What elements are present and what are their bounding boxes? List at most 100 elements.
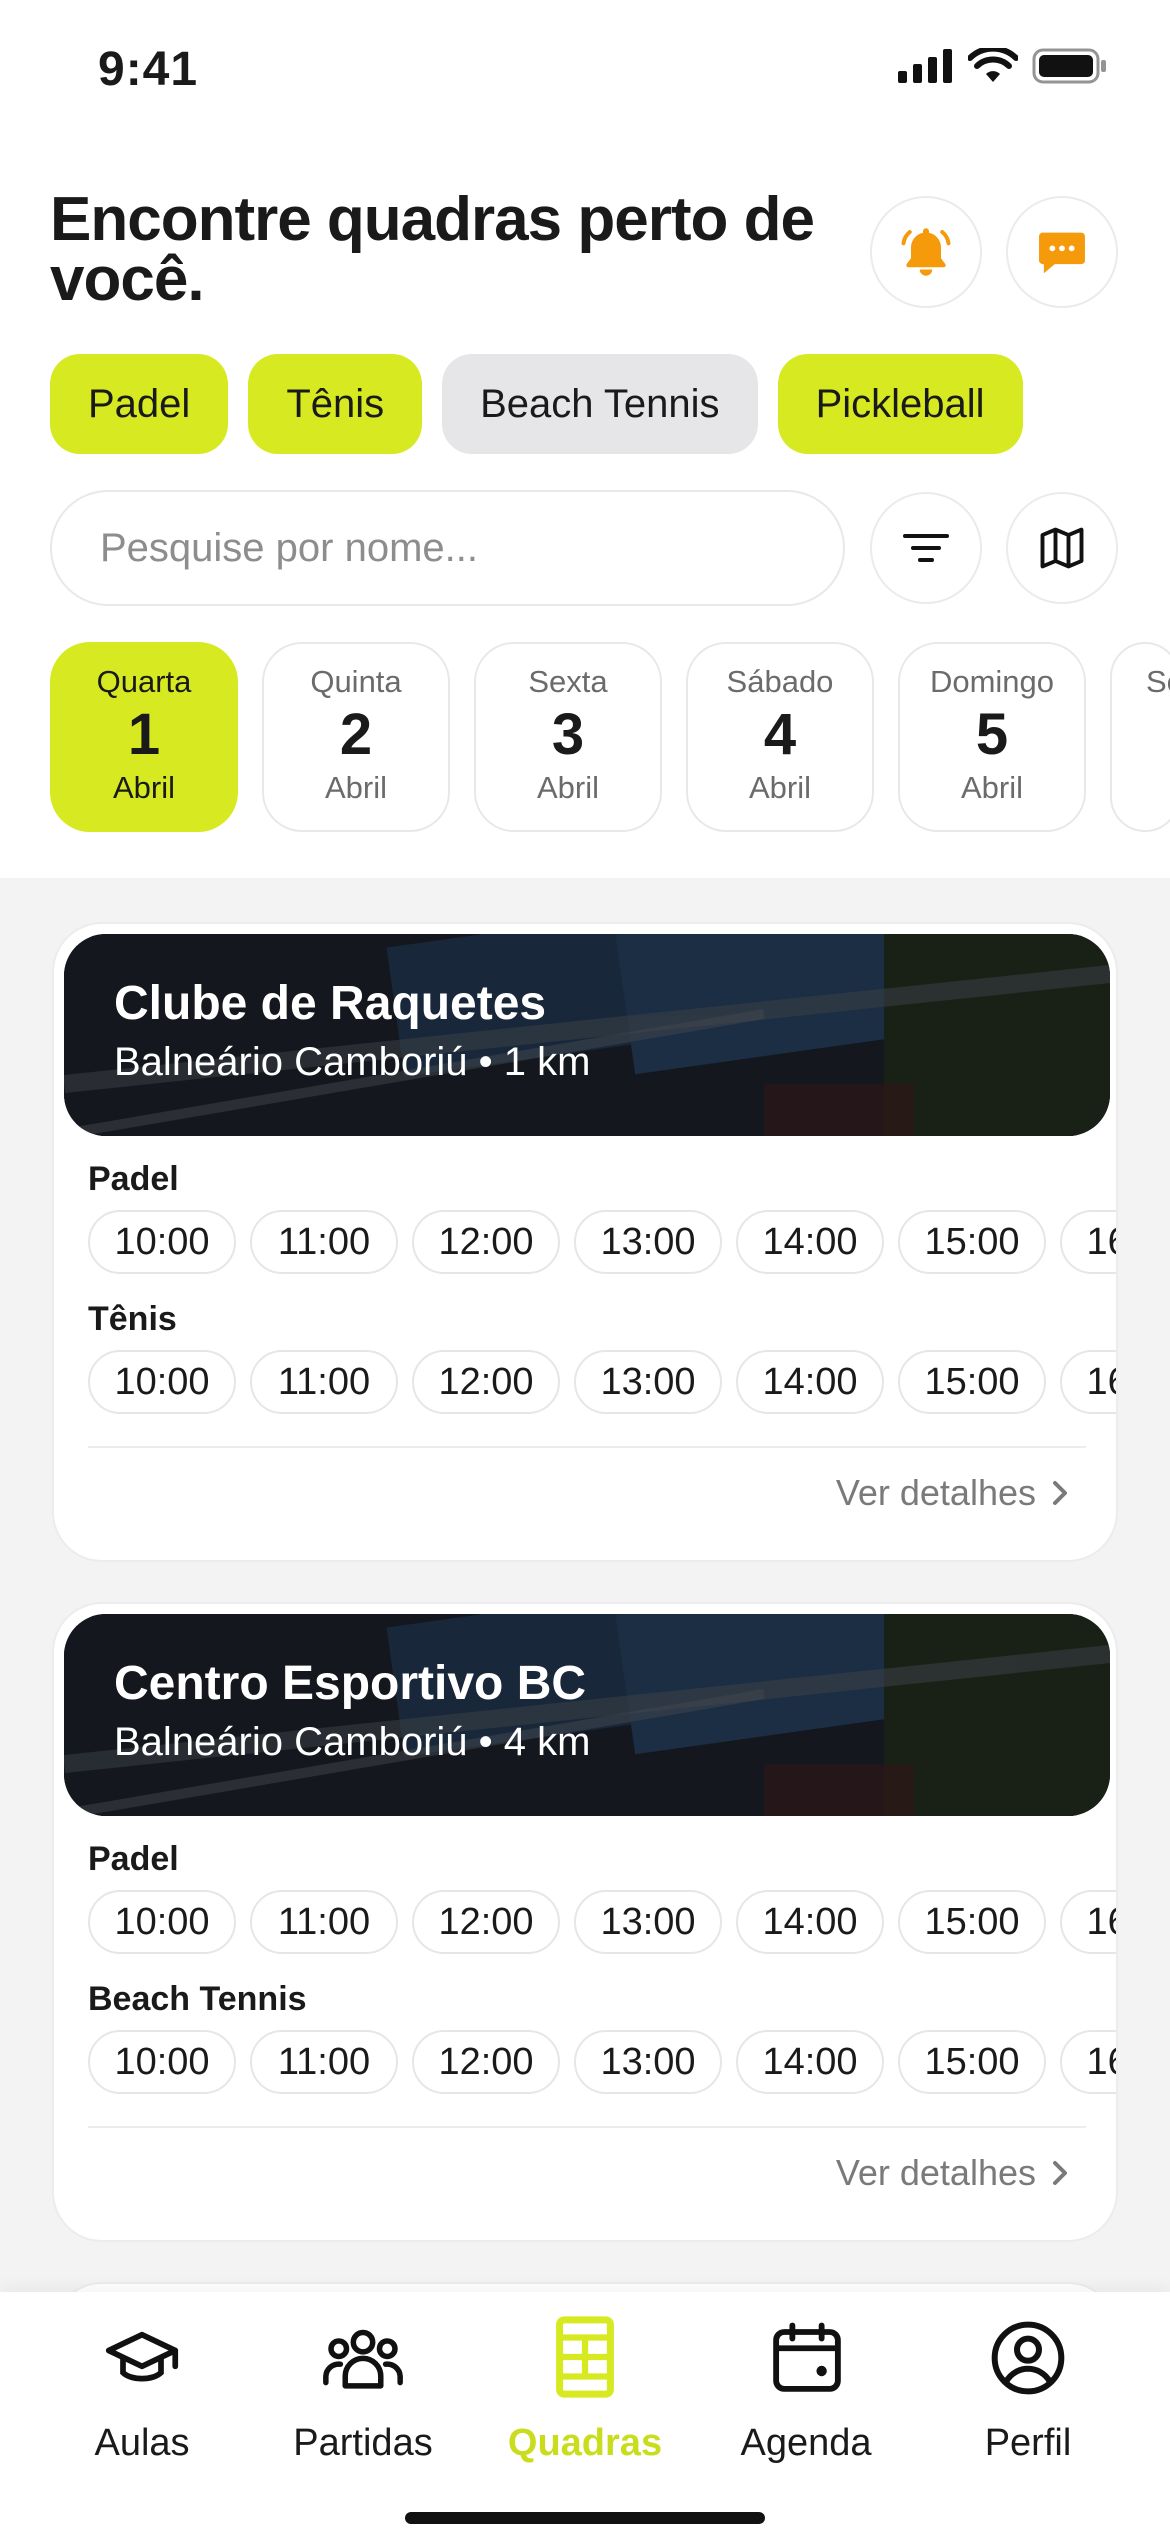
- sport-label: Tênis: [88, 1300, 177, 1338]
- time-slot[interactable]: 12:00: [412, 1890, 560, 1954]
- time-slot[interactable]: 10:00: [88, 1890, 236, 1954]
- tab-perfil[interactable]: Perfil: [918, 2292, 1138, 2492]
- time-slots: 10:00 11:00 12:00 13:00 14:00 15:00 16:0…: [88, 1210, 1116, 1274]
- time-slot[interactable]: 12:00: [412, 1350, 560, 1414]
- search-input[interactable]: [50, 490, 845, 606]
- time-slot[interactable]: 15:00: [898, 2030, 1046, 2094]
- details-label: Ver detalhes: [835, 2152, 1036, 2193]
- time-slot[interactable]: 13:00: [574, 1350, 722, 1414]
- time-slots: 10:00 11:00 12:00 13:00 14:00 15:00 16:0…: [88, 1890, 1116, 1954]
- time-slot[interactable]: 10:00: [88, 1210, 236, 1274]
- sport-chip-beach-tennis[interactable]: Beach Tennis: [442, 354, 758, 454]
- date-item[interactable]: Quinta 2 Abril: [262, 642, 450, 832]
- battery-icon: [1032, 48, 1106, 84]
- club-name: Centro Esportivo BC: [114, 1657, 587, 1710]
- header: Encontre quadras perto de você.: [50, 189, 1130, 320]
- divider: [88, 2126, 1086, 2128]
- time-slots: 10:00 11:00 12:00 13:00 14:00 15:00 16:0…: [88, 2030, 1116, 2094]
- time-slot[interactable]: 13:00: [574, 1890, 722, 1954]
- sport-filters: Padel Tênis Beach Tennis Pickleball: [50, 354, 1023, 454]
- court-aerial-image: [64, 1614, 1110, 1816]
- courts-feed[interactable]: Clube de Raquetes Balneário Camboriú • 1…: [0, 878, 1170, 2292]
- time-slot[interactable]: 11:00: [250, 2030, 398, 2094]
- date-weekday: Segunda: [1146, 664, 1170, 699]
- time-slot[interactable]: 14:00: [736, 1350, 884, 1414]
- details-link[interactable]: Ver detalhes: [836, 1472, 1070, 1514]
- date-month: Abril: [324, 770, 387, 805]
- date-picker: Quarta 1 Abril Quinta 2 Abril Sexta 3 Ab…: [50, 642, 1170, 832]
- filter-button[interactable]: [870, 492, 982, 604]
- group-icon: [323, 2329, 403, 2389]
- time-slot[interactable]: 14:00: [736, 1210, 884, 1274]
- map-icon: [1040, 527, 1084, 569]
- sport-label: Beach Tennis: [88, 1980, 307, 2018]
- time-slot[interactable]: 12:00: [412, 1210, 560, 1274]
- date-month: Abril: [748, 770, 811, 805]
- date-item[interactable]: Quarta 1 Abril: [50, 642, 238, 832]
- bell-icon: [901, 228, 951, 276]
- time-slot[interactable]: 11:00: [250, 1350, 398, 1414]
- time-slot[interactable]: 16:00: [1060, 1210, 1116, 1274]
- home-indicator: [405, 2512, 765, 2524]
- date-weekday: Sábado: [726, 664, 834, 699]
- tab-aulas[interactable]: Aulas: [32, 2292, 252, 2492]
- tab-partidas[interactable]: Partidas: [253, 2292, 473, 2492]
- club-card[interactable]: [52, 2282, 1118, 2292]
- search-row: [50, 490, 1120, 606]
- date-month: Abril: [112, 770, 175, 805]
- time-slot[interactable]: 15:00: [898, 1210, 1046, 1274]
- time-slot[interactable]: 13:00: [574, 1210, 722, 1274]
- chat-icon: [1039, 232, 1085, 274]
- time-slot[interactable]: 16:00: [1060, 1350, 1116, 1414]
- date-number: 3: [551, 702, 585, 767]
- date-item[interactable]: Sexta 3 Abril: [474, 642, 662, 832]
- date-number: 5: [975, 702, 1009, 767]
- time-slot[interactable]: 15:00: [898, 1890, 1046, 1954]
- divider: [88, 1446, 1086, 1448]
- time-slot[interactable]: 14:00: [736, 2030, 884, 2094]
- status-bar: 9:41: [0, 0, 1170, 140]
- court-aerial-image: [64, 934, 1110, 1136]
- tab-bar: Aulas Partidas Quadras Agenda Perfil: [0, 2292, 1170, 2534]
- time-slot[interactable]: 12:00: [412, 2030, 560, 2094]
- sport-chip-padel[interactable]: Padel: [50, 354, 229, 454]
- sport-label: Padel: [88, 1160, 179, 1198]
- time-slot[interactable]: 14:00: [736, 1890, 884, 1954]
- date-item[interactable]: Segunda: [1110, 642, 1170, 832]
- club-card[interactable]: Clube de Raquetes Balneário Camboriú • 1…: [52, 922, 1118, 1562]
- tab-label: Partidas: [293, 2422, 433, 2464]
- sport-chip-tenis[interactable]: Tênis: [248, 354, 423, 454]
- tab-quadras[interactable]: Quadras: [475, 2292, 695, 2492]
- signal-icon: [898, 49, 952, 83]
- time-slot[interactable]: 13:00: [574, 2030, 722, 2094]
- date-item[interactable]: Sábado 4 Abril: [686, 642, 874, 832]
- notifications-button[interactable]: [870, 196, 982, 308]
- time-slot[interactable]: 11:00: [250, 1890, 398, 1954]
- date-number: 4: [763, 702, 797, 767]
- date-month: Abril: [536, 770, 599, 805]
- tab-label: Quadras: [507, 2422, 663, 2464]
- time-slot[interactable]: 16:00: [1060, 1890, 1116, 1954]
- date-month: Abril: [960, 770, 1023, 805]
- tab-label: Agenda: [740, 2422, 872, 2464]
- date-item[interactable]: Domingo 5 Abril: [898, 642, 1086, 832]
- details-link[interactable]: Ver detalhes: [836, 2152, 1070, 2194]
- date-number: 2: [339, 702, 373, 767]
- time-slot[interactable]: 10:00: [88, 1350, 236, 1414]
- club-cover: Centro Esportivo BC Balneário Camboriú •…: [64, 1614, 1110, 1816]
- time-slot[interactable]: 11:00: [250, 1210, 398, 1274]
- user-circle-icon: [991, 2321, 1065, 2395]
- calendar-icon: [773, 2322, 841, 2392]
- club-location: Balneário Camboriú • 4 km: [114, 1720, 591, 1764]
- date-weekday: Domingo: [929, 664, 1055, 699]
- club-cover: Clube de Raquetes Balneário Camboriú • 1…: [64, 934, 1110, 1136]
- sport-chip-pickleball[interactable]: Pickleball: [777, 354, 1023, 454]
- map-button[interactable]: [1006, 492, 1118, 604]
- time-slot[interactable]: 16:00: [1060, 2030, 1116, 2094]
- tab-label: Aulas: [94, 2422, 190, 2464]
- messages-button[interactable]: [1006, 196, 1118, 308]
- time-slot[interactable]: 15:00: [898, 1350, 1046, 1414]
- club-card[interactable]: Centro Esportivo BC Balneário Camboriú •…: [52, 1602, 1118, 2242]
- tab-agenda[interactable]: Agenda: [696, 2292, 916, 2492]
- time-slot[interactable]: 10:00: [88, 2030, 236, 2094]
